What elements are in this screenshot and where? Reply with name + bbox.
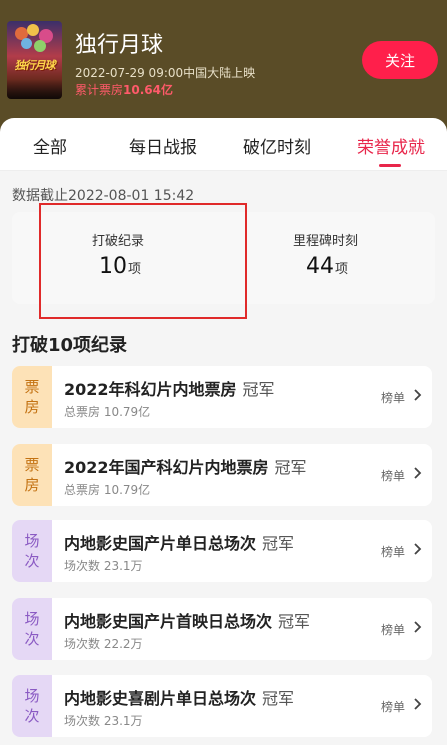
record-name: 内地影史国产片首映日总场次 — [64, 612, 273, 631]
ranking-link[interactable]: 榜单 — [381, 621, 405, 638]
ranking-link[interactable]: 榜单 — [381, 467, 405, 484]
ranking-link[interactable]: 榜单 — [381, 543, 405, 560]
section-title: 打破10项纪录 — [12, 335, 128, 356]
tag-char: 房 — [24, 398, 40, 416]
chevron-right-icon — [414, 543, 422, 555]
tag-char: 票 — [24, 456, 40, 474]
record-detail: 总票房 10.79亿 — [64, 483, 151, 497]
tab-honors[interactable]: 荣誉成就 — [357, 133, 425, 158]
record-card[interactable]: 场次 内地影史国产片首映日总场次 冠军 场次数 22.2万 榜单 — [12, 598, 432, 660]
record-card[interactable]: 票房 2022年科幻片内地票房 冠军 总票房 10.79亿 榜单 — [12, 366, 432, 428]
record-detail: 场次数 22.2万 — [64, 637, 143, 651]
active-tab-indicator — [379, 164, 401, 167]
poster-title: 独行月球 — [14, 59, 56, 72]
champion-label: 冠军 — [262, 689, 295, 708]
screenings-tag: 场次 — [12, 598, 52, 660]
boxoffice-label: 累计票房 — [75, 83, 124, 97]
tag-char: 房 — [24, 476, 40, 494]
follow-button[interactable]: 关注 — [362, 41, 438, 79]
ranking-link[interactable]: 榜单 — [381, 698, 405, 715]
tab-bar: 全部 每日战报 破亿时刻 荣誉成就 — [0, 118, 447, 171]
milestones-stat-label: 里程碑时刻 — [293, 234, 359, 249]
champion-label: 冠军 — [242, 380, 275, 399]
record-name: 2022年科幻片内地票房 — [64, 380, 237, 399]
screenings-tag: 场次 — [12, 675, 52, 737]
tab-100m-moments[interactable]: 破亿时刻 — [243, 133, 311, 158]
record-title: 2022年科幻片内地票房 冠军 — [64, 376, 275, 400]
boxoffice-tag: 票房 — [12, 444, 52, 506]
chevron-right-icon — [414, 467, 422, 479]
record-name: 内地影史喜剧片单日总场次 — [64, 689, 257, 708]
record-title: 2022年国产科幻片内地票房 冠军 — [64, 454, 307, 478]
tag-char: 场 — [24, 532, 40, 550]
tag-char: 次 — [24, 552, 40, 570]
tab-daily-report[interactable]: 每日战报 — [129, 133, 197, 158]
tag-char: 场 — [24, 687, 40, 705]
champion-label: 冠军 — [278, 612, 311, 631]
tab-all[interactable]: 全部 — [33, 133, 67, 158]
data-cutoff-time: 数据截止2022-08-01 15:42 — [12, 188, 195, 204]
tag-char: 票 — [24, 378, 40, 396]
movie-header: 独行月球 独行月球 2022-07-29 09:00中国大陆上映 累计票房10.… — [0, 0, 447, 135]
record-title: 内地影史国产片单日总场次 冠军 — [64, 530, 294, 554]
record-name: 2022年国产科幻片内地票房 — [64, 458, 269, 477]
movie-poster[interactable]: 独行月球 — [7, 21, 62, 99]
tag-char: 次 — [24, 630, 40, 648]
boxoffice-value: 10.64亿 — [123, 83, 173, 97]
record-detail: 场次数 23.1万 — [64, 559, 143, 573]
record-card[interactable]: 场次 内地影史国产片单日总场次 冠军 场次数 23.1万 榜单 — [12, 520, 432, 582]
poster-shade — [7, 79, 62, 99]
highlight-box — [39, 203, 247, 319]
champion-label: 冠军 — [274, 458, 307, 477]
chevron-right-icon — [414, 389, 422, 401]
total-boxoffice: 累计票房10.64亿 — [75, 81, 173, 98]
poster-balloon — [21, 38, 32, 49]
milestones-count: 44 — [306, 254, 334, 279]
record-detail: 总票房 10.79亿 — [64, 405, 151, 419]
champion-label: 冠军 — [262, 534, 295, 553]
screenings-tag: 场次 — [12, 520, 52, 582]
tag-char: 次 — [24, 707, 40, 725]
tag-char: 场 — [24, 610, 40, 628]
milestones-unit: 项 — [335, 262, 349, 277]
ranking-link[interactable]: 榜单 — [381, 389, 405, 406]
milestones-stat-value[interactable]: 44项 — [306, 254, 348, 279]
release-info: 2022-07-29 09:00中国大陆上映 — [75, 66, 256, 80]
record-card[interactable]: 场次 内地影史喜剧片单日总场次 冠军 场次数 23.1万 榜单 — [12, 675, 432, 737]
boxoffice-tag: 票房 — [12, 366, 52, 428]
record-card[interactable]: 票房 2022年国产科幻片内地票房 冠军 总票房 10.79亿 榜单 — [12, 444, 432, 506]
record-detail: 场次数 23.1万 — [64, 714, 143, 728]
movie-title: 独行月球 — [75, 33, 164, 58]
poster-balloon — [34, 40, 46, 52]
chevron-right-icon — [414, 621, 422, 633]
record-name: 内地影史国产片单日总场次 — [64, 534, 257, 553]
chevron-right-icon — [414, 698, 422, 710]
record-title: 内地影史喜剧片单日总场次 冠军 — [64, 685, 294, 709]
record-title: 内地影史国产片首映日总场次 冠军 — [64, 608, 310, 632]
poster-balloon — [27, 24, 39, 36]
